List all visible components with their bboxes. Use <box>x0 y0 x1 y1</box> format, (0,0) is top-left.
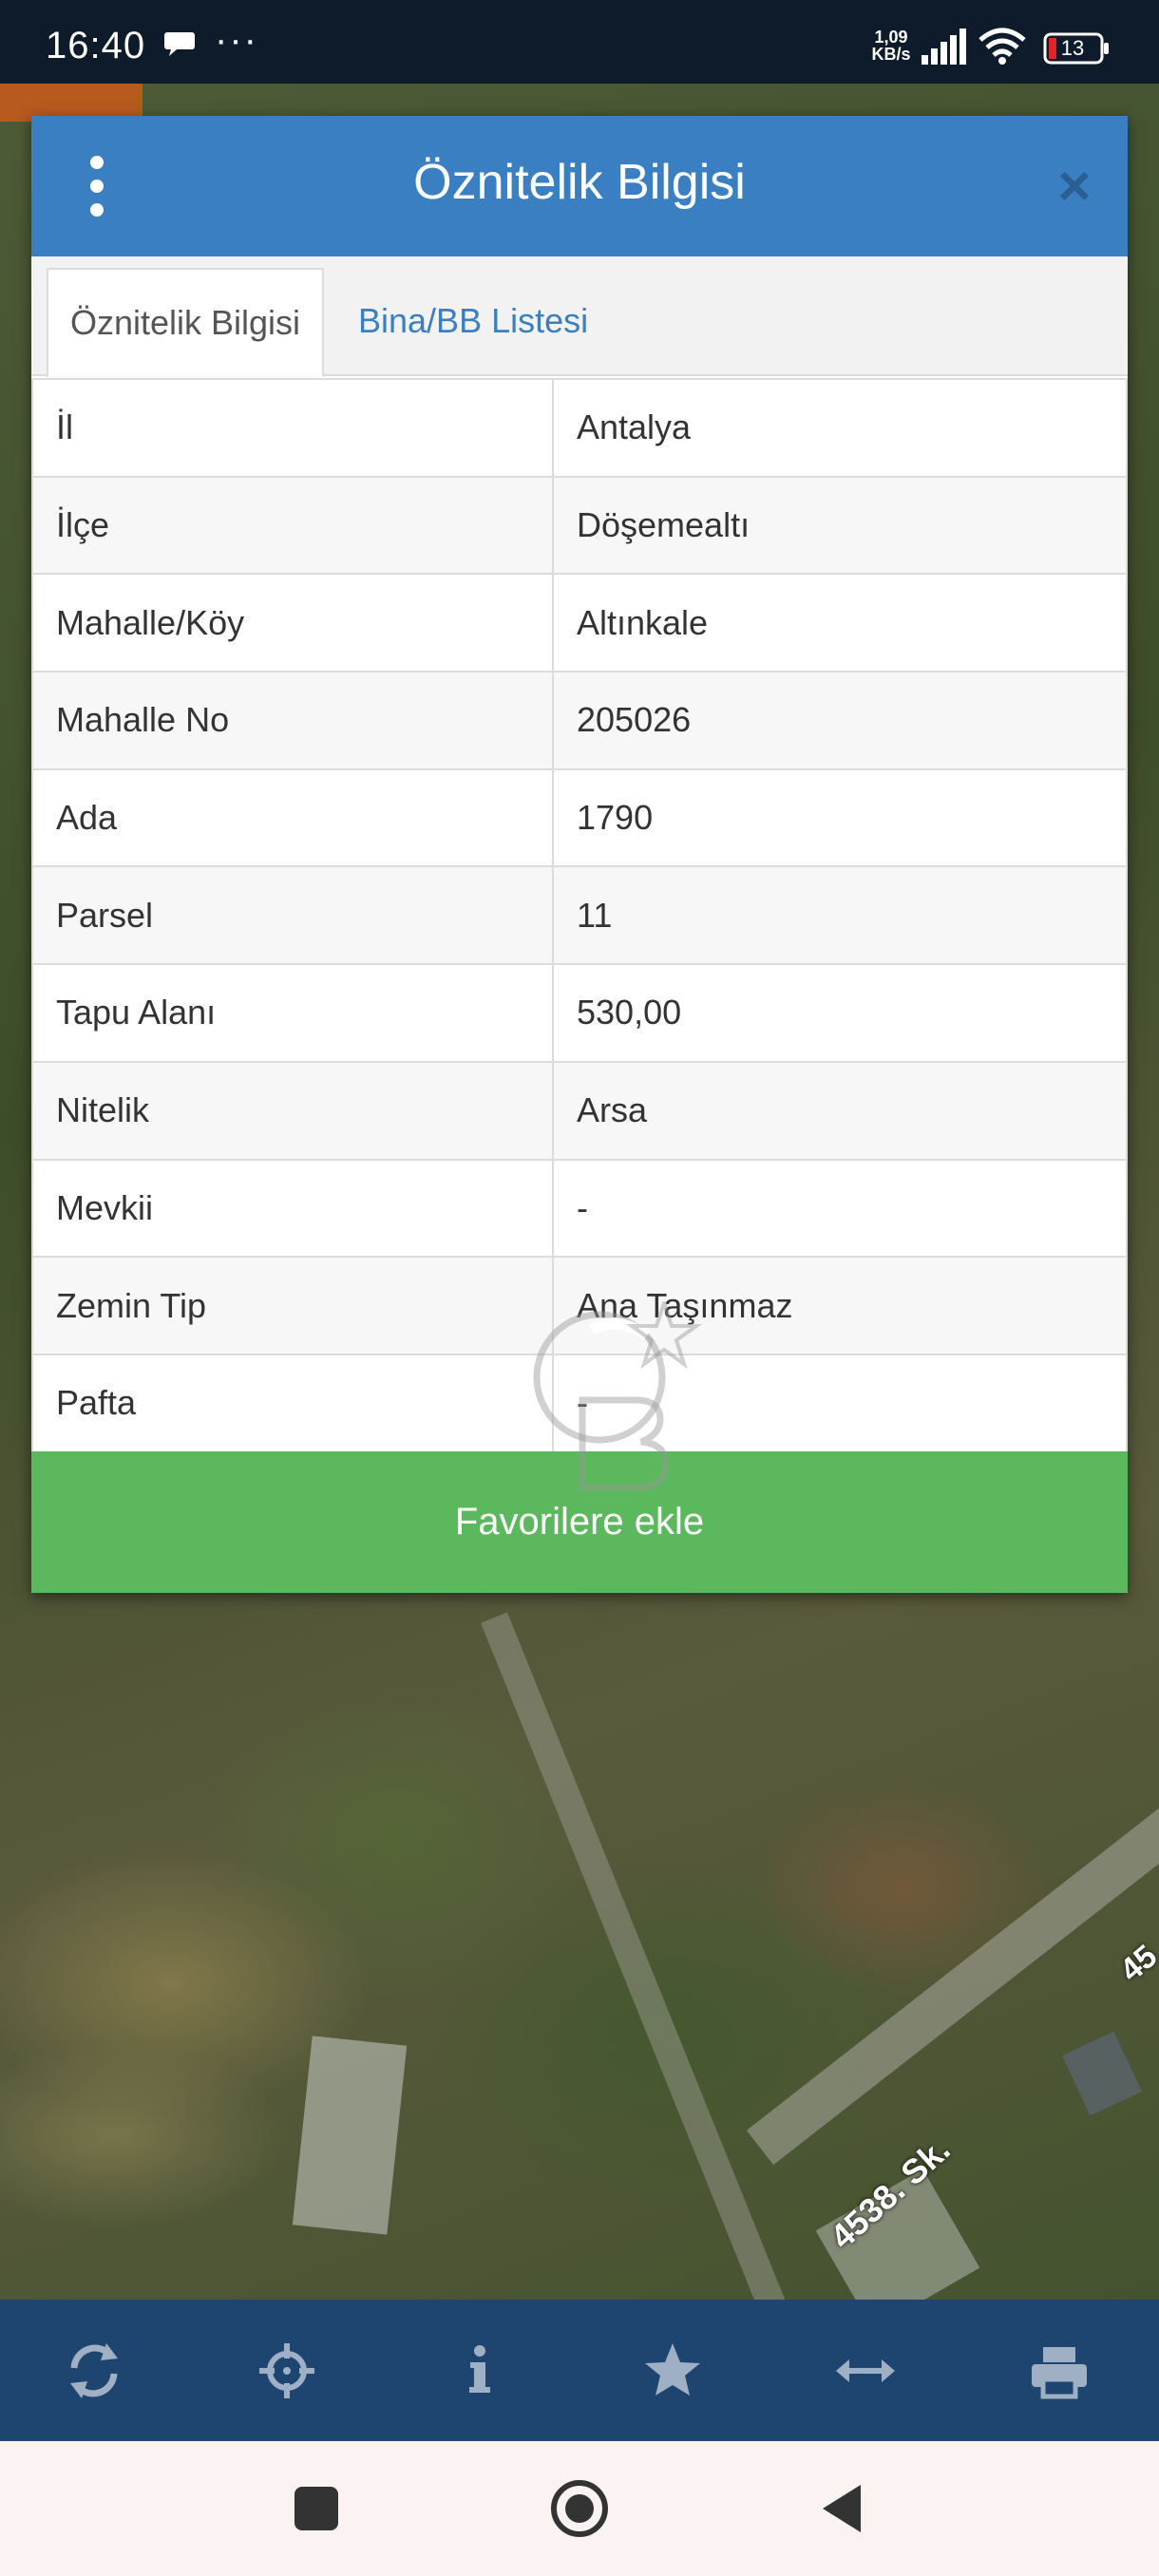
row-value: - <box>552 1158 1128 1259</box>
row-value: 205026 <box>552 671 1128 770</box>
tab-attribute-info[interactable]: Öznitelik Bilgisi <box>47 268 324 378</box>
row-label: Mahalle/Köy <box>31 573 554 673</box>
row-value: - <box>552 1353 1128 1453</box>
table-row: İl Antalya <box>31 378 1128 478</box>
row-value: Altınkale <box>552 573 1128 673</box>
close-icon[interactable]: × <box>1048 158 1101 215</box>
more-notifications-icon: ··· <box>215 19 258 61</box>
table-row: Parsel 11 <box>31 865 1128 966</box>
crosshair-icon[interactable] <box>254 2338 320 2404</box>
chat-icon <box>164 32 195 56</box>
row-label: Zemin Tip <box>31 1256 554 1355</box>
table-row: Ada 1790 <box>31 767 1128 868</box>
row-value: Döşemealtı <box>552 475 1128 576</box>
row-label: Mahalle No <box>31 671 554 770</box>
tab-building-list[interactable]: Bina/BB Listesi <box>333 268 613 378</box>
dialog-header: Öznitelik Bilgisi × <box>31 116 1128 256</box>
table-row: İlçe Döşemealtı <box>31 475 1128 576</box>
row-value: Arsa <box>552 1060 1128 1161</box>
table-row: Tapu Alanı 530,00 <box>31 963 1128 1063</box>
print-icon[interactable] <box>1026 2338 1092 2404</box>
network-speed-value: 1,09 <box>874 28 908 47</box>
row-label: İl <box>31 378 554 478</box>
row-label: Mevkii <box>31 1158 554 1259</box>
row-label: Ada <box>31 767 554 868</box>
recents-icon[interactable] <box>283 2475 350 2542</box>
map-road-label-edge: 45 <box>1112 1938 1159 1989</box>
row-label: Tapu Alanı <box>31 963 554 1063</box>
measure-icon[interactable] <box>832 2338 899 2404</box>
row-value: Antalya <box>552 378 1128 478</box>
add-to-favorites-button[interactable]: Favorilere ekle <box>31 1451 1128 1593</box>
map-building <box>1062 2031 1142 2116</box>
table-row: Mahalle No 205026 <box>31 671 1128 770</box>
row-value: 11 <box>552 865 1128 966</box>
refresh-icon[interactable] <box>61 2338 127 2404</box>
dialog-title: Öznitelik Bilgisi <box>413 155 746 210</box>
battery-indicator: 13 <box>1043 32 1110 65</box>
row-label: Pafta <box>31 1353 554 1453</box>
table-row: Mahalle/Köy Altınkale <box>31 573 1128 673</box>
table-row: Nitelik Arsa <box>31 1060 1128 1161</box>
bottom-toolbar <box>0 2300 1159 2441</box>
star-icon[interactable] <box>639 2338 706 2404</box>
system-nav-bar <box>0 2441 1159 2576</box>
network-speed-unit: KB/s <box>871 45 911 64</box>
info-icon[interactable] <box>446 2338 513 2404</box>
row-value: Ana Taşınmaz <box>552 1256 1128 1355</box>
table-row: Pafta - <box>31 1353 1128 1453</box>
table-row: Mevkii - <box>31 1158 1128 1259</box>
wifi-icon <box>978 28 1026 65</box>
row-label: Nitelik <box>31 1060 554 1161</box>
row-label: İlçe <box>31 475 554 576</box>
map-building <box>292 2036 408 2235</box>
network-speed: 1,09 KB/s <box>864 28 918 63</box>
battery-level: 13 <box>1060 36 1085 60</box>
table-row: Zemin Tip Ana Taşınmaz <box>31 1256 1128 1355</box>
row-value: 530,00 <box>552 963 1128 1063</box>
home-icon[interactable] <box>546 2475 613 2542</box>
signal-icon <box>922 28 966 65</box>
row-label: Parsel <box>31 865 554 966</box>
status-bar: 16:40 ··· 1,09 KB/s 13 <box>0 0 1159 84</box>
attribute-dialog: Öznitelik Bilgisi × Öznitelik Bilgisi Bi… <box>31 116 1128 1593</box>
status-time: 16:40 <box>46 25 146 66</box>
map-road <box>481 1612 828 2300</box>
row-value: 1790 <box>552 767 1128 868</box>
attribute-table: İl Antalya İlçe Döşemealtı Mahalle/Köy A… <box>31 378 1128 1453</box>
tab-bar: Öznitelik Bilgisi Bina/BB Listesi <box>31 256 1128 378</box>
back-icon[interactable] <box>809 2475 876 2542</box>
